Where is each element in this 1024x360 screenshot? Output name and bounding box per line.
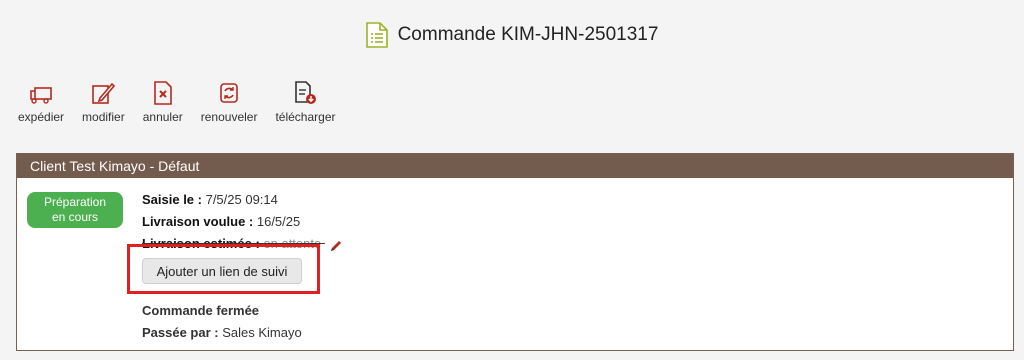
edit-label: modifier xyxy=(82,110,125,124)
refresh-icon xyxy=(217,80,241,106)
livraison-row: Livraison voulue : 16/5/25 xyxy=(142,211,343,233)
highlight-box xyxy=(127,244,320,294)
cancel-doc-icon xyxy=(151,80,175,106)
order-panel: Client Test Kimayo - Défaut Préparation … xyxy=(16,153,1014,351)
saisie-value: 7/5/25 09:14 xyxy=(205,192,278,207)
cancel-label: annuler xyxy=(142,110,183,124)
download-button[interactable]: télécharger xyxy=(275,80,336,124)
download-label: télécharger xyxy=(275,110,336,124)
page-header: Commande KIM-JHN-2501317 xyxy=(0,18,1024,52)
order-toolbar: expédier modifier annuler renouveler tél… xyxy=(18,80,354,124)
status-line-2: en cours xyxy=(51,210,99,224)
ship-label: expédier xyxy=(18,110,65,124)
status-line-1: Préparation xyxy=(43,195,107,209)
passee-row: Passée par : Sales Kimayo xyxy=(142,322,302,344)
order-footer-details: Commande fermée Passée par : Sales Kimay… xyxy=(142,300,302,344)
pencil-icon[interactable] xyxy=(329,238,343,252)
page-title: Commande KIM-JHN-2501317 xyxy=(397,24,659,45)
renew-label: renouveler xyxy=(200,110,258,124)
edit-icon xyxy=(91,80,116,106)
status-badge: Préparation en cours xyxy=(27,192,123,228)
document-list-icon xyxy=(365,22,388,48)
truck-icon xyxy=(29,80,53,106)
passee-label: Passée par : xyxy=(142,325,223,340)
livraison-value: 16/5/25 xyxy=(256,214,301,229)
closed-row: Commande fermée xyxy=(142,300,302,322)
livraison-label: Livraison voulue : xyxy=(142,214,257,229)
client-header: Client Test Kimayo - Défaut xyxy=(17,154,1013,178)
edit-button[interactable]: modifier xyxy=(82,80,125,124)
renew-button[interactable]: renouveler xyxy=(200,80,258,124)
cancel-button[interactable]: annuler xyxy=(143,80,183,124)
download-doc-icon xyxy=(293,80,317,106)
saisie-row: Saisie le : 7/5/25 09:14 xyxy=(142,189,343,211)
saisie-label: Saisie le : xyxy=(142,192,206,207)
closed-text: Commande fermée xyxy=(142,303,260,318)
passee-value: Sales Kimayo xyxy=(222,325,302,340)
ship-button[interactable]: expédier xyxy=(18,80,64,124)
